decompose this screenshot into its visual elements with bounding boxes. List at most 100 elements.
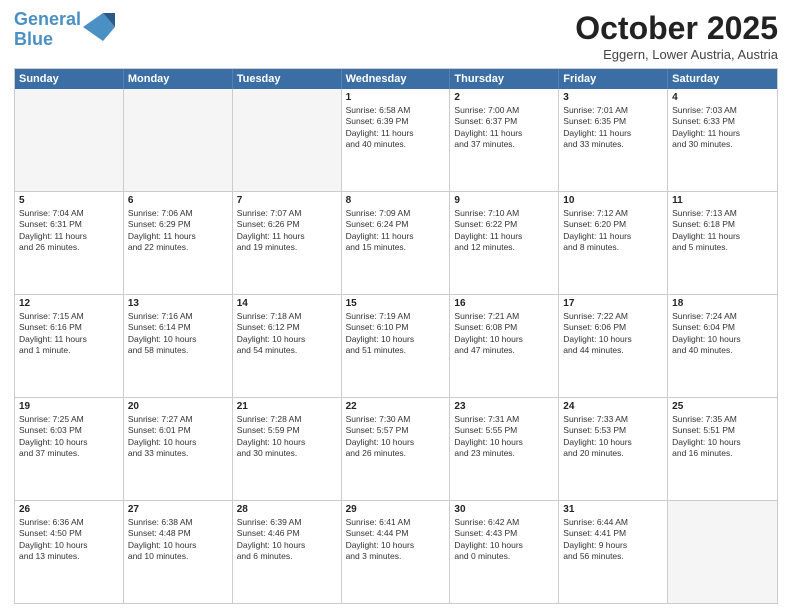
calendar: SundayMondayTuesdayWednesdayThursdayFrid… [14,68,778,604]
cell-text: Sunrise: 6:36 AM Sunset: 4:50 PM Dayligh… [19,517,119,563]
calendar-cell: 31 Sunrise: 6:44 AM Sunset: 4:41 PM Dayli… [559,501,668,603]
cell-text: Sunrise: 7:18 AM Sunset: 6:12 PM Dayligh… [237,311,337,357]
day-number: 23 [454,401,554,412]
day-number: 16 [454,298,554,309]
day-number: 19 [19,401,119,412]
cell-text: Sunrise: 7:12 AM Sunset: 6:20 PM Dayligh… [563,208,663,254]
cell-text: Sunrise: 6:38 AM Sunset: 4:48 PM Dayligh… [128,517,228,563]
day-number: 24 [563,401,663,412]
calendar-cell: 1Sunrise: 6:58 AM Sunset: 6:39 PM Daylig… [342,89,451,191]
day-number: 11 [672,195,773,206]
day-header: Friday [559,69,668,89]
calendar-cell: 2Sunrise: 7:00 AM Sunset: 6:37 PM Daylig… [450,89,559,191]
calendar-cell: 6 Sunrise: 7:06 AM Sunset: 6:29 PM Daylig… [124,192,233,294]
weeks: 1Sunrise: 6:58 AM Sunset: 6:39 PM Daylig… [15,89,777,603]
calendar-cell: 7 Sunrise: 7:07 AM Sunset: 6:26 PM Daylig… [233,192,342,294]
calendar-cell: 14 Sunrise: 7:18 AM Sunset: 6:12 PM Dayli… [233,295,342,397]
day-header: Tuesday [233,69,342,89]
header: General Blue October 2025 Eggern, Lower … [14,10,778,62]
cell-text: Sunrise: 7:06 AM Sunset: 6:29 PM Dayligh… [128,208,228,254]
calendar-cell: 20 Sunrise: 7:27 AM Sunset: 6:01 PM Dayli… [124,398,233,500]
day-header: Saturday [668,69,777,89]
week-row: 1Sunrise: 6:58 AM Sunset: 6:39 PM Daylig… [15,89,777,191]
cell-text: Sunrise: 6:58 AM Sunset: 6:39 PM Dayligh… [346,105,446,151]
cell-text: Sunrise: 7:15 AM Sunset: 6:16 PM Dayligh… [19,311,119,357]
day-number: 29 [346,504,446,515]
logo: General Blue [14,10,115,50]
cell-text: Sunrise: 7:28 AM Sunset: 5:59 PM Dayligh… [237,414,337,460]
day-number: 5 [19,195,119,206]
logo-icon [83,13,115,41]
day-header: Sunday [15,69,124,89]
month-title: October 2025 [575,10,778,47]
day-headers: SundayMondayTuesdayWednesdayThursdayFrid… [15,69,777,89]
day-number: 14 [237,298,337,309]
day-number: 6 [128,195,228,206]
calendar-cell: 12 Sunrise: 7:15 AM Sunset: 6:16 PM Dayli… [15,295,124,397]
calendar-cell: 8 Sunrise: 7:09 AM Sunset: 6:24 PM Daylig… [342,192,451,294]
calendar-cell: 9 Sunrise: 7:10 AM Sunset: 6:22 PM Daylig… [450,192,559,294]
day-number: 22 [346,401,446,412]
day-number: 18 [672,298,773,309]
cell-text: Sunrise: 7:24 AM Sunset: 6:04 PM Dayligh… [672,311,773,357]
calendar-cell: 11 Sunrise: 7:13 AM Sunset: 6:18 PM Dayli… [668,192,777,294]
day-number: 12 [19,298,119,309]
cell-text: Sunrise: 7:19 AM Sunset: 6:10 PM Dayligh… [346,311,446,357]
calendar-cell: 25Sunrise: 7:35 AM Sunset: 5:51 PM Dayli… [668,398,777,500]
calendar-cell: 30 Sunrise: 6:42 AM Sunset: 4:43 PM Dayli… [450,501,559,603]
day-number: 27 [128,504,228,515]
day-header: Wednesday [342,69,451,89]
calendar-cell: 29 Sunrise: 6:41 AM Sunset: 4:44 PM Dayli… [342,501,451,603]
day-number: 9 [454,195,554,206]
day-number: 31 [563,504,663,515]
location: Eggern, Lower Austria, Austria [575,47,778,62]
day-number: 25 [672,401,773,412]
day-number: 26 [19,504,119,515]
cell-text: Sunrise: 6:41 AM Sunset: 4:44 PM Dayligh… [346,517,446,563]
cell-text: Sunrise: 6:44 AM Sunset: 4:41 PM Dayligh… [563,517,663,563]
calendar-cell: 28Sunrise: 6:39 AM Sunset: 4:46 PM Dayli… [233,501,342,603]
day-number: 4 [672,92,773,103]
calendar-cell [15,89,124,191]
week-row: 26 Sunrise: 6:36 AM Sunset: 4:50 PM Dayli… [15,500,777,603]
calendar-cell: 26 Sunrise: 6:36 AM Sunset: 4:50 PM Dayli… [15,501,124,603]
cell-text: Sunrise: 7:27 AM Sunset: 6:01 PM Dayligh… [128,414,228,460]
calendar-cell: 13 Sunrise: 7:16 AM Sunset: 6:14 PM Dayli… [124,295,233,397]
calendar-cell: 22 Sunrise: 7:30 AM Sunset: 5:57 PM Dayli… [342,398,451,500]
cell-text: Sunrise: 7:31 AM Sunset: 5:55 PM Dayligh… [454,414,554,460]
cell-text: Sunrise: 7:21 AM Sunset: 6:08 PM Dayligh… [454,311,554,357]
day-number: 15 [346,298,446,309]
calendar-cell: 23 Sunrise: 7:31 AM Sunset: 5:55 PM Dayli… [450,398,559,500]
cell-text: Sunrise: 7:01 AM Sunset: 6:35 PM Dayligh… [563,105,663,151]
day-number: 17 [563,298,663,309]
calendar-cell: 3 Sunrise: 7:01 AM Sunset: 6:35 PM Daylig… [559,89,668,191]
cell-text: Sunrise: 7:07 AM Sunset: 6:26 PM Dayligh… [237,208,337,254]
day-number: 8 [346,195,446,206]
title-section: October 2025 Eggern, Lower Austria, Aust… [575,10,778,62]
logo-text: General Blue [14,10,81,50]
day-number: 30 [454,504,554,515]
cell-text: Sunrise: 7:33 AM Sunset: 5:53 PM Dayligh… [563,414,663,460]
calendar-cell: 10 Sunrise: 7:12 AM Sunset: 6:20 PM Dayli… [559,192,668,294]
calendar-cell [124,89,233,191]
calendar-cell: 16 Sunrise: 7:21 AM Sunset: 6:08 PM Dayli… [450,295,559,397]
day-number: 13 [128,298,228,309]
day-number: 7 [237,195,337,206]
day-header: Thursday [450,69,559,89]
cell-text: Sunrise: 7:16 AM Sunset: 6:14 PM Dayligh… [128,311,228,357]
calendar-cell: 4 Sunrise: 7:03 AM Sunset: 6:33 PM Daylig… [668,89,777,191]
day-number: 10 [563,195,663,206]
cell-text: Sunrise: 7:30 AM Sunset: 5:57 PM Dayligh… [346,414,446,460]
cell-text: Sunrise: 7:13 AM Sunset: 6:18 PM Dayligh… [672,208,773,254]
week-row: 5 Sunrise: 7:04 AM Sunset: 6:31 PM Daylig… [15,191,777,294]
day-number: 20 [128,401,228,412]
cell-text: Sunrise: 7:22 AM Sunset: 6:06 PM Dayligh… [563,311,663,357]
cell-text: Sunrise: 6:42 AM Sunset: 4:43 PM Dayligh… [454,517,554,563]
calendar-cell: 27 Sunrise: 6:38 AM Sunset: 4:48 PM Dayli… [124,501,233,603]
cell-text: Sunrise: 7:25 AM Sunset: 6:03 PM Dayligh… [19,414,119,460]
cell-text: Sunrise: 7:10 AM Sunset: 6:22 PM Dayligh… [454,208,554,254]
day-number: 3 [563,92,663,103]
cell-text: Sunrise: 7:09 AM Sunset: 6:24 PM Dayligh… [346,208,446,254]
cell-text: Sunrise: 7:03 AM Sunset: 6:33 PM Dayligh… [672,105,773,151]
cell-text: Sunrise: 7:04 AM Sunset: 6:31 PM Dayligh… [19,208,119,254]
